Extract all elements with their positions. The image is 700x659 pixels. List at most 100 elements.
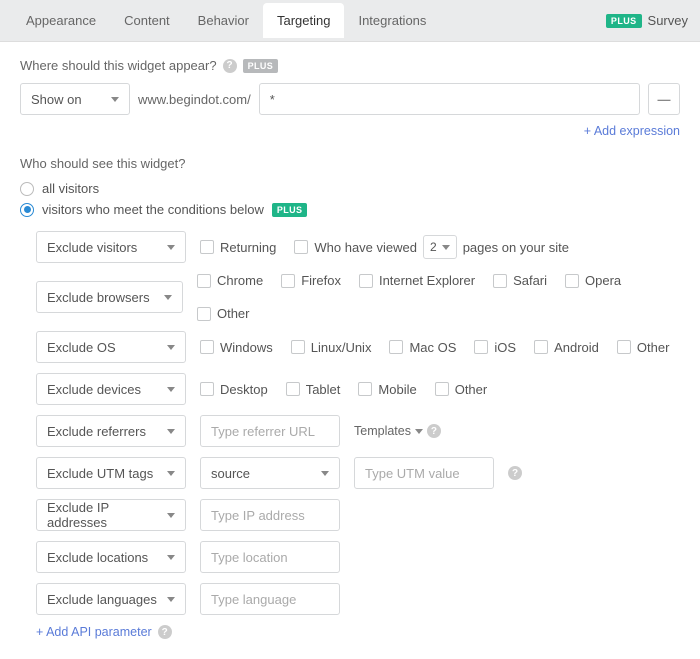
add-api-parameter-link[interactable]: + Add API parameter bbox=[36, 625, 152, 639]
chk-opera[interactable]: Opera bbox=[565, 273, 621, 288]
radio-conditions[interactable]: visitors who meet the conditions below P… bbox=[20, 202, 680, 217]
checkbox-icon bbox=[197, 307, 211, 321]
chevron-down-icon bbox=[321, 471, 329, 476]
checkbox-icon bbox=[389, 340, 403, 354]
language-input[interactable] bbox=[200, 583, 340, 615]
chk-ie[interactable]: Internet Explorer bbox=[359, 273, 475, 288]
show-on-select[interactable]: Show on bbox=[20, 83, 130, 115]
exclude-browsers-select[interactable]: Exclude browsers bbox=[36, 281, 183, 313]
tab-integrations[interactable]: Integrations bbox=[344, 3, 440, 38]
chevron-down-icon bbox=[111, 97, 119, 102]
cond-os-row: Exclude OS Windows Linux/Unix Mac OS iOS… bbox=[36, 331, 680, 363]
tabs-bar: Appearance Content Behavior Targeting In… bbox=[0, 0, 700, 42]
utm-value-input[interactable] bbox=[354, 457, 494, 489]
help-icon: ? bbox=[427, 424, 441, 438]
chevron-down-icon bbox=[167, 387, 175, 392]
cond-browsers-row: Exclude browsers Chrome Firefox Internet… bbox=[36, 273, 680, 321]
select-value: Exclude referrers bbox=[47, 424, 146, 439]
select-value: Exclude visitors bbox=[47, 240, 137, 255]
exclude-devices-select[interactable]: Exclude devices bbox=[36, 373, 186, 405]
chk-safari[interactable]: Safari bbox=[493, 273, 547, 288]
chk-chrome[interactable]: Chrome bbox=[197, 273, 263, 288]
content-panel: Where should this widget appear? ? PLUS … bbox=[0, 42, 700, 659]
referrer-url-input[interactable] bbox=[200, 415, 340, 447]
checkbox-icon bbox=[281, 274, 295, 288]
exclude-locations-select[interactable]: Exclude locations bbox=[36, 541, 186, 573]
checkbox-icon bbox=[294, 240, 308, 254]
exclude-visitors-select[interactable]: Exclude visitors bbox=[36, 231, 186, 263]
checkbox-icon bbox=[286, 382, 300, 396]
chevron-down-icon bbox=[164, 295, 172, 300]
chk-browser-other[interactable]: Other bbox=[197, 306, 250, 321]
conditions-block: Exclude visitors Returning Who have view… bbox=[20, 231, 680, 615]
checkbox-icon bbox=[200, 240, 214, 254]
exclude-os-select[interactable]: Exclude OS bbox=[36, 331, 186, 363]
cond-utm-row: Exclude UTM tags source ? bbox=[36, 457, 680, 489]
chevron-down-icon bbox=[167, 555, 175, 560]
tab-appearance[interactable]: Appearance bbox=[12, 3, 110, 38]
location-input[interactable] bbox=[200, 541, 340, 573]
chevron-down-icon bbox=[167, 245, 175, 250]
select-value: Exclude devices bbox=[47, 382, 141, 397]
chevron-down-icon bbox=[167, 513, 175, 518]
select-value: source bbox=[211, 466, 250, 481]
cond-devices-row: Exclude devices Desktop Tablet Mobile Ot… bbox=[36, 373, 680, 405]
plus-badge-gray: PLUS bbox=[243, 59, 279, 73]
who-label: Who should see this widget? bbox=[20, 156, 680, 171]
chk-mobile[interactable]: Mobile bbox=[358, 382, 416, 397]
exclude-referrers-select[interactable]: Exclude referrers bbox=[36, 415, 186, 447]
exclude-utm-select[interactable]: Exclude UTM tags bbox=[36, 457, 186, 489]
chk-who-viewed[interactable]: Who have viewed 2 pages on your site bbox=[294, 235, 569, 259]
checkbox-icon bbox=[435, 382, 449, 396]
radio-all-visitors[interactable]: all visitors bbox=[20, 181, 680, 196]
chk-desktop[interactable]: Desktop bbox=[200, 382, 268, 397]
chk-device-other[interactable]: Other bbox=[435, 382, 488, 397]
plus-badge: PLUS bbox=[606, 14, 642, 28]
chk-windows[interactable]: Windows bbox=[200, 340, 273, 355]
url-pattern-input[interactable] bbox=[270, 92, 629, 107]
tab-targeting[interactable]: Targeting bbox=[263, 3, 344, 38]
cond-languages-row: Exclude languages bbox=[36, 583, 680, 615]
checkbox-icon bbox=[291, 340, 305, 354]
checkbox-icon bbox=[617, 340, 631, 354]
exclude-ip-select[interactable]: Exclude IP addresses bbox=[36, 499, 186, 531]
remove-expression-button[interactable]: — bbox=[648, 83, 680, 115]
select-value: Exclude browsers bbox=[47, 290, 150, 305]
where-row: Show on www.begindot.com/ — bbox=[20, 83, 680, 115]
where-text: Where should this widget appear? bbox=[20, 58, 217, 73]
checkbox-icon bbox=[197, 274, 211, 288]
chk-returning[interactable]: Returning bbox=[200, 240, 276, 255]
chevron-down-icon bbox=[442, 245, 450, 250]
templates-dropdown[interactable]: Templates ? bbox=[354, 424, 441, 438]
viewed-count-select[interactable]: 2 bbox=[423, 235, 457, 259]
chk-os-other[interactable]: Other bbox=[617, 340, 670, 355]
chk-android[interactable]: Android bbox=[534, 340, 599, 355]
help-icon[interactable]: ? bbox=[158, 625, 172, 639]
exclude-languages-select[interactable]: Exclude languages bbox=[36, 583, 186, 615]
checkbox-icon bbox=[359, 274, 373, 288]
tab-behavior[interactable]: Behavior bbox=[184, 3, 263, 38]
radio-icon-checked bbox=[20, 203, 34, 217]
checkbox-icon bbox=[493, 274, 507, 288]
tab-content[interactable]: Content bbox=[110, 3, 184, 38]
survey-label: Survey bbox=[648, 13, 688, 28]
chk-firefox[interactable]: Firefox bbox=[281, 273, 341, 288]
add-expression-link[interactable]: + Add expression bbox=[584, 124, 680, 138]
chk-macos[interactable]: Mac OS bbox=[389, 340, 456, 355]
chevron-down-icon bbox=[167, 429, 175, 434]
where-label: Where should this widget appear? ? PLUS bbox=[20, 58, 680, 73]
help-icon[interactable]: ? bbox=[508, 466, 522, 480]
chevron-down-icon bbox=[167, 597, 175, 602]
radio-cond-label: visitors who meet the conditions below bbox=[42, 202, 264, 217]
checkbox-icon bbox=[200, 340, 214, 354]
checkbox-icon bbox=[474, 340, 488, 354]
chevron-down-icon bbox=[167, 471, 175, 476]
help-icon[interactable]: ? bbox=[223, 59, 237, 73]
chk-linux[interactable]: Linux/Unix bbox=[291, 340, 372, 355]
ip-input[interactable] bbox=[200, 499, 340, 531]
domain-text: www.begindot.com/ bbox=[138, 92, 251, 107]
url-pattern-input-wrap[interactable] bbox=[259, 83, 640, 115]
utm-source-select[interactable]: source bbox=[200, 457, 340, 489]
chk-tablet[interactable]: Tablet bbox=[286, 382, 341, 397]
chk-ios[interactable]: iOS bbox=[474, 340, 516, 355]
